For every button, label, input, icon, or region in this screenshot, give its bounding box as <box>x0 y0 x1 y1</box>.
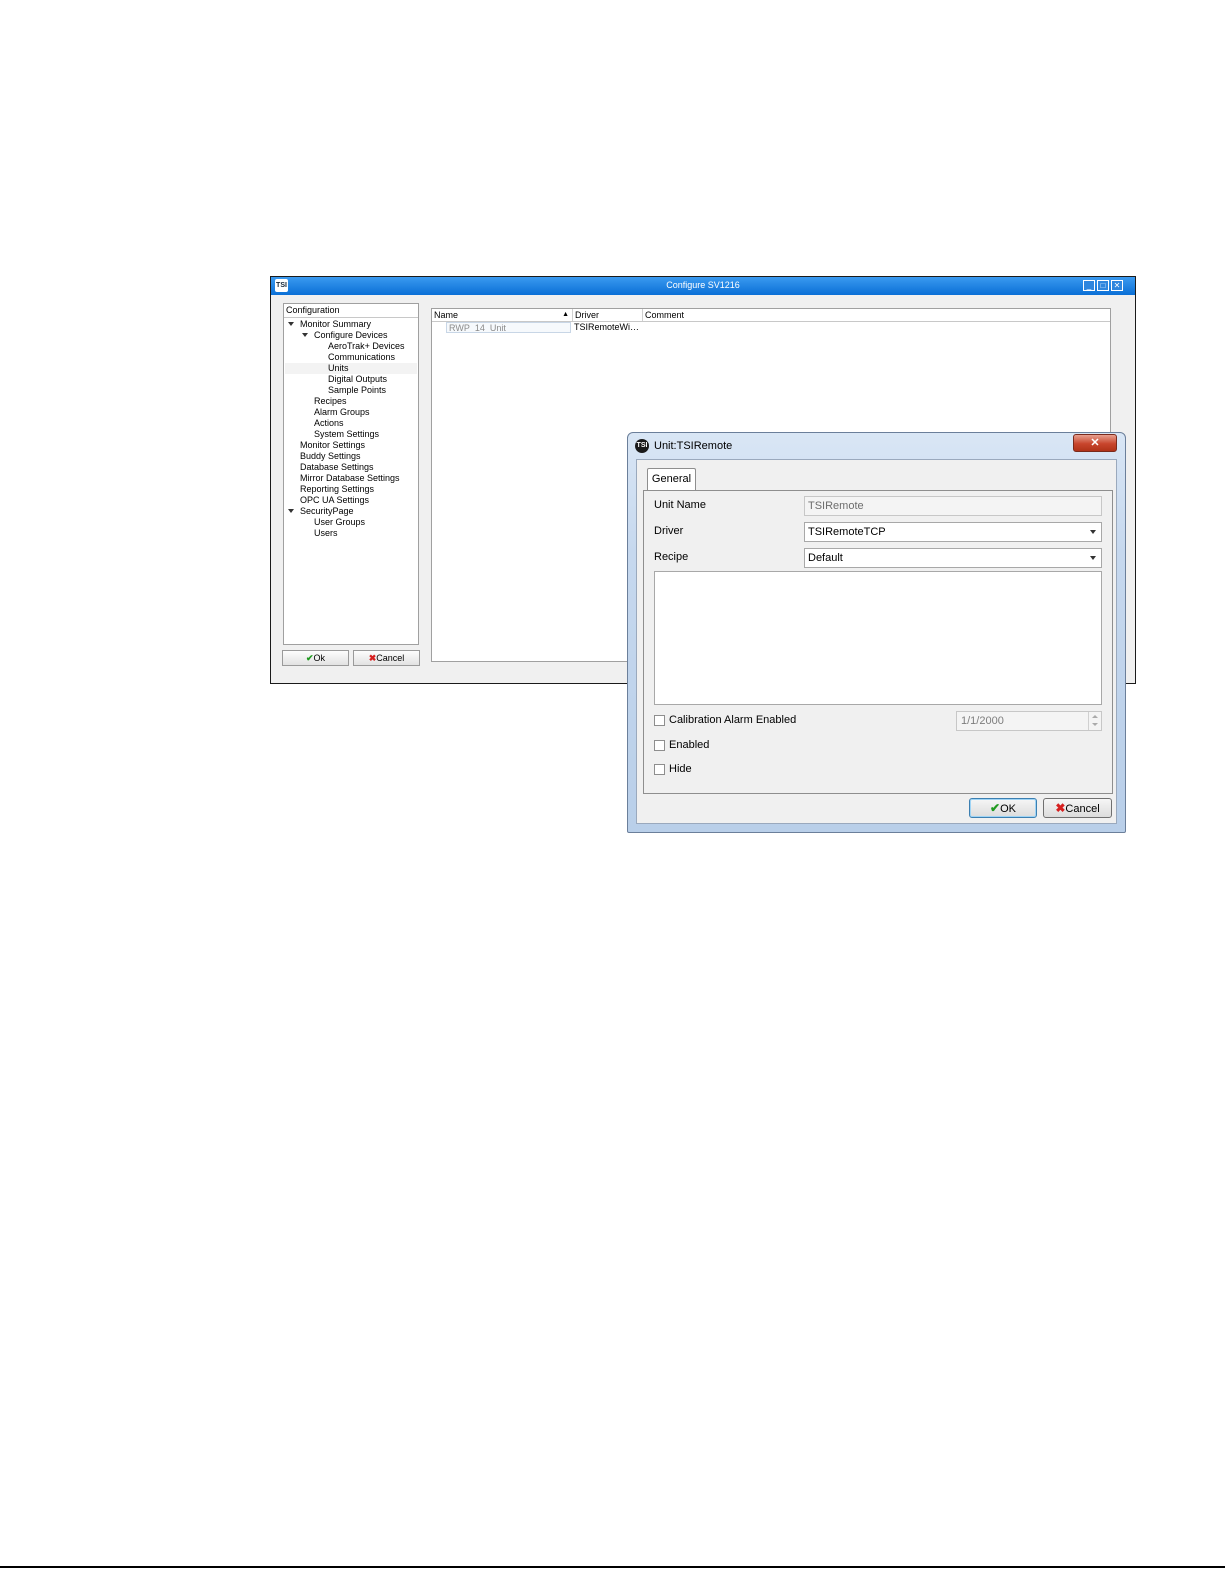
column-header-label: Name <box>434 310 459 320</box>
tree-item-communications[interactable]: Communications <box>328 352 395 363</box>
column-header-comment[interactable]: Comment <box>643 309 743 321</box>
column-header-driver[interactable]: Driver <box>573 309 643 321</box>
dialog-ok-label: OK <box>1000 803 1016 815</box>
calibration-date-value: 1/1/2000 <box>961 715 1004 727</box>
configuration-tree[interactable]: Configuration Monitor Summary Configure … <box>283 303 419 645</box>
general-tab-page: Unit Name TSIRemote Driver TSIRemoteTCP … <box>643 490 1113 794</box>
minimize-button[interactable]: _ <box>1083 280 1095 291</box>
table-cell-driver[interactable]: TSIRemoteWi… <box>574 322 642 333</box>
tree-item-monitor-settings[interactable]: Monitor Settings <box>300 440 365 451</box>
tree-item-units[interactable]: Units <box>328 363 349 374</box>
dialog-cancel-button[interactable]: ✖Cancel <box>1043 798 1112 818</box>
dialog-title: Unit:TSIRemote <box>654 440 733 452</box>
driver-select[interactable]: TSIRemoteTCP <box>804 522 1102 542</box>
sort-ascending-icon: ▲ <box>562 311 569 318</box>
table-cell-name[interactable]: RWP_14_Unit <box>446 322 571 333</box>
tree-item-recipes[interactable]: Recipes <box>314 396 347 407</box>
tree-item-monitor-summary[interactable]: Monitor Summary <box>300 319 371 330</box>
tsi-logo-icon: TSI <box>635 439 649 453</box>
unit-dialog: TSI Unit:TSIRemote ✕ General Unit Name T… <box>627 432 1126 833</box>
cancel-button[interactable]: ✖Cancel <box>353 650 420 666</box>
tree-item-users[interactable]: Users <box>314 528 338 539</box>
column-header-name[interactable]: Name ▲ <box>432 309 573 321</box>
dialog-close-button[interactable]: ✕ <box>1073 434 1117 452</box>
cancel-label: Cancel <box>376 653 405 663</box>
tree-item-database-settings[interactable]: Database Settings <box>300 462 374 473</box>
tree-item-mirror-database-settings[interactable]: Mirror Database Settings <box>300 473 400 484</box>
dialog-cancel-label: Cancel <box>1065 803 1100 815</box>
page-bottom-rule <box>0 1566 1225 1568</box>
ok-button[interactable]: ✔Ok <box>282 650 349 666</box>
tree-header: Configuration <box>284 304 418 318</box>
table-cell-comment[interactable] <box>644 322 744 333</box>
tree-item-opc-ua-settings[interactable]: OPC UA Settings <box>300 495 369 506</box>
driver-label: Driver <box>654 525 684 537</box>
date-spinner[interactable] <box>1088 712 1101 730</box>
cross-icon: ✖ <box>1055 801 1066 815</box>
tree-item-user-groups[interactable]: User Groups <box>314 517 365 528</box>
expand-arrow-icon[interactable] <box>288 322 294 326</box>
tree-item-digital-outputs[interactable]: Digital Outputs <box>328 374 387 385</box>
spin-up-icon[interactable] <box>1092 715 1098 718</box>
enabled-checkbox[interactable] <box>654 740 665 751</box>
recipe-select[interactable]: Default <box>804 548 1102 568</box>
hide-label[interactable]: Hide <box>669 763 692 775</box>
tree-selection-highlight <box>285 363 417 374</box>
expand-arrow-icon[interactable] <box>302 333 308 337</box>
chevron-down-icon[interactable] <box>1090 556 1096 560</box>
chevron-down-icon[interactable] <box>1090 530 1096 534</box>
maximize-button[interactable]: □ <box>1097 280 1109 291</box>
ok-label: Ok <box>313 653 326 663</box>
window-title: Configure SV1216 <box>666 280 740 290</box>
calibration-date-field[interactable]: 1/1/2000 <box>956 711 1102 731</box>
recipe-select-value: Default <box>808 552 843 564</box>
tree-item-securitypage[interactable]: SecurityPage <box>300 506 354 517</box>
tree-item-system-settings[interactable]: System Settings <box>314 429 379 440</box>
tree-item-buddy-settings[interactable]: Buddy Settings <box>300 451 361 462</box>
calibration-alarm-label[interactable]: Calibration Alarm Enabled <box>669 714 796 726</box>
unit-name-field[interactable]: TSIRemote <box>804 496 1102 516</box>
close-button[interactable]: ✕ <box>1111 280 1123 291</box>
calibration-alarm-checkbox[interactable] <box>654 715 665 726</box>
dialog-body: General Unit Name TSIRemote Driver TSIRe… <box>636 459 1117 824</box>
dialog-titlebar[interactable]: TSI Unit:TSIRemote ✕ <box>628 433 1125 459</box>
checkmark-icon: ✔ <box>990 801 1001 815</box>
tree-item-reporting-settings[interactable]: Reporting Settings <box>300 484 374 495</box>
tab-general[interactable]: General <box>647 468 696 490</box>
unit-name-label: Unit Name <box>654 499 706 511</box>
tree-item-alarm-groups[interactable]: Alarm Groups <box>314 407 370 418</box>
enabled-label[interactable]: Enabled <box>669 739 709 751</box>
notes-textarea[interactable] <box>654 571 1102 705</box>
tree-item-sample-points[interactable]: Sample Points <box>328 385 386 396</box>
window-titlebar[interactable]: TSI Configure SV1216 _ □ ✕ <box>271 277 1135 295</box>
driver-select-value: TSIRemoteTCP <box>808 526 886 538</box>
expand-arrow-icon[interactable] <box>288 509 294 513</box>
hide-checkbox[interactable] <box>654 764 665 775</box>
recipe-label: Recipe <box>654 551 689 563</box>
tree-item-actions[interactable]: Actions <box>314 418 344 429</box>
tree-item-configure-devices[interactable]: Configure Devices <box>314 330 388 341</box>
dialog-ok-button[interactable]: ✔OK <box>969 798 1037 818</box>
checkmark-icon: ✔ <box>305 653 314 663</box>
tree-item-aerotrak-devices[interactable]: AeroTrak+ Devices <box>328 341 404 352</box>
spin-down-icon[interactable] <box>1092 723 1098 726</box>
